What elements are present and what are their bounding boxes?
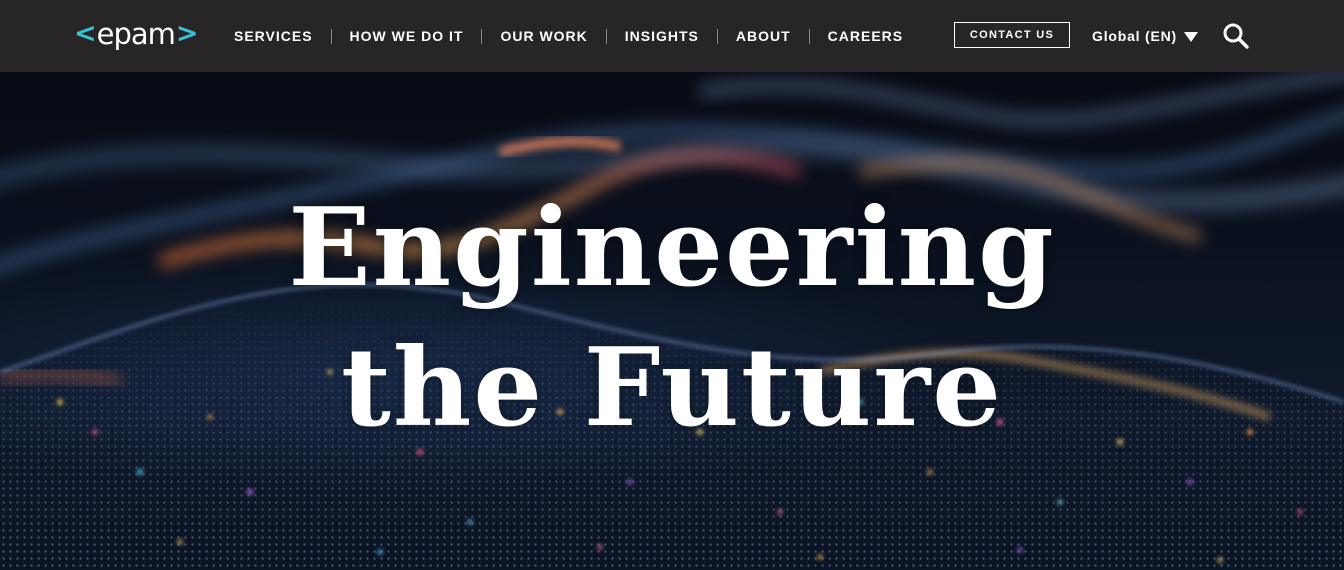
language-selector[interactable]: Global (EN) xyxy=(1092,27,1199,45)
epam-logo[interactable]: < epam > xyxy=(74,16,199,53)
nav-item-services[interactable]: SERVICES xyxy=(216,28,331,44)
language-label: Global (EN) xyxy=(1092,28,1178,44)
nav-item-careers[interactable]: CAREERS xyxy=(810,28,921,44)
nav-item-insights[interactable]: INSIGHTS xyxy=(607,28,717,44)
main-nav: SERVICES HOW WE DO IT OUR WORK INSIGHTS … xyxy=(216,0,921,72)
logo-bracket-right: > xyxy=(175,18,199,49)
chevron-down-icon xyxy=(1184,31,1199,42)
hero-title-line-1: Engineering xyxy=(288,185,1056,311)
hero-title-line-2: the Future xyxy=(340,325,1004,451)
logo-bracket-left: < xyxy=(74,18,97,49)
contact-us-button[interactable]: CONTACT US xyxy=(954,22,1070,48)
nav-item-how-we-do-it[interactable]: HOW WE DO IT xyxy=(332,28,482,44)
search-icon[interactable] xyxy=(1222,22,1250,50)
hero-background-image xyxy=(0,72,1344,570)
nav-item-our-work[interactable]: OUR WORK xyxy=(482,28,605,44)
hero-banner: Engineering the Future xyxy=(0,72,1344,570)
site-header: < epam > SERVICES HOW WE DO IT OUR WORK … xyxy=(0,0,1344,72)
page: < epam > SERVICES HOW WE DO IT OUR WORK … xyxy=(0,0,1344,570)
nav-item-about[interactable]: ABOUT xyxy=(718,28,809,44)
logo-text: epam xyxy=(96,16,176,51)
